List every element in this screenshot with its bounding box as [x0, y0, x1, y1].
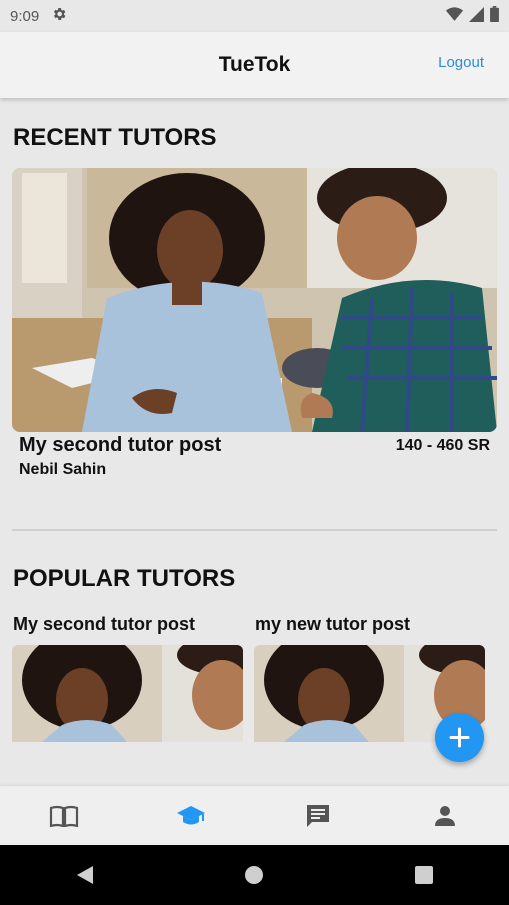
plus-icon — [449, 727, 470, 748]
system-nav-bar — [0, 845, 509, 905]
recent-tutor-image[interactable] — [12, 168, 497, 432]
book-icon — [49, 805, 78, 827]
app-bar: TueTok Logout — [0, 32, 509, 98]
settings-icon — [51, 6, 67, 26]
signal-icon — [469, 6, 484, 26]
graduation-cap-icon — [176, 805, 205, 824]
recent-post-title[interactable]: My second tutor post — [19, 434, 221, 457]
home-icon[interactable] — [244, 865, 264, 885]
nav-item-tutors[interactable] — [161, 796, 221, 836]
bottom-nav — [0, 786, 509, 845]
back-icon[interactable] — [75, 864, 95, 886]
recent-post-price: 140 - 460 SR — [395, 437, 490, 454]
status-bar: 9:09 — [0, 0, 509, 32]
recents-icon[interactable] — [414, 865, 434, 885]
popular-card-image[interactable] — [12, 645, 243, 742]
recent-post-author: Nebil Sahin — [19, 461, 107, 478]
popular-card-title[interactable]: My second tutor post — [13, 614, 195, 635]
nav-item-courses[interactable] — [34, 796, 94, 836]
logout-button[interactable]: Logout — [438, 54, 484, 71]
wifi-icon — [446, 6, 463, 26]
nav-item-messages[interactable] — [288, 796, 348, 836]
recent-tutors-title: RECENT TUTORS — [13, 124, 217, 151]
status-left: 9:09 — [10, 6, 67, 26]
popular-card-title[interactable]: my new tutor post — [255, 614, 410, 635]
status-right — [446, 6, 499, 26]
nav-item-profile[interactable] — [415, 796, 475, 836]
popular-tutors-title: POPULAR TUTORS — [13, 565, 236, 592]
chat-icon — [307, 804, 330, 827]
app-title: TueTok — [218, 53, 291, 76]
status-time: 9:09 — [10, 7, 40, 25]
add-post-button[interactable] — [435, 713, 484, 762]
battery-icon — [490, 6, 499, 26]
person-icon — [435, 805, 456, 826]
section-divider — [12, 529, 497, 531]
main-content[interactable]: RECENT TUTORS My second tutor post Nebil… — [0, 98, 509, 786]
